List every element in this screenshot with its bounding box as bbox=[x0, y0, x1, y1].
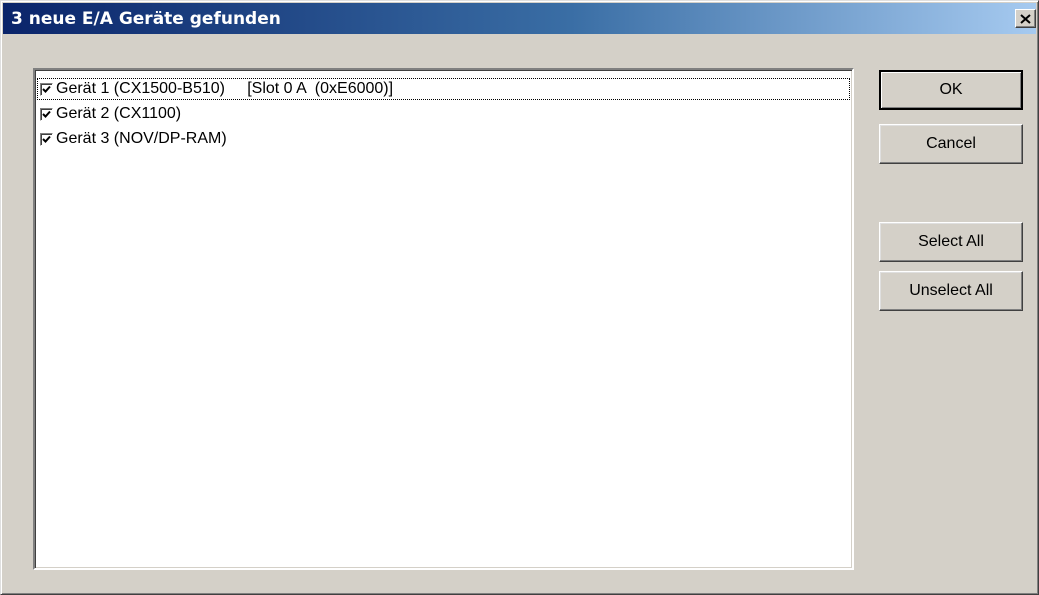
checkmark-icon bbox=[42, 110, 51, 119]
checkmark-icon bbox=[42, 85, 51, 94]
list-item-device-2[interactable]: Gerät 2 (CX1100) bbox=[37, 103, 850, 125]
cancel-button[interactable]: Cancel bbox=[879, 124, 1023, 164]
close-icon bbox=[1020, 13, 1031, 24]
window-title: 3 neue E/A Geräte gefunden bbox=[11, 9, 281, 29]
title-bar[interactable]: 3 neue E/A Geräte gefunden bbox=[3, 3, 1036, 34]
device-2-checkbox[interactable] bbox=[40, 107, 53, 121]
device-list[interactable]: Gerät 1 (CX1500-B510) [Slot 0 A (0xE6000… bbox=[33, 68, 854, 570]
unselect-all-button[interactable]: Unselect All bbox=[879, 271, 1023, 311]
dialog-window: 3 neue E/A Geräte gefunden Gerät 1 (CX15… bbox=[0, 0, 1039, 595]
close-button[interactable] bbox=[1015, 9, 1036, 28]
device-1-label: Gerät 1 (CX1500-B510) [Slot 0 A (0xE6000… bbox=[56, 80, 394, 97]
device-1-checkbox[interactable] bbox=[40, 82, 53, 96]
device-3-checkbox[interactable] bbox=[40, 132, 53, 146]
select-all-button[interactable]: Select All bbox=[879, 222, 1023, 262]
ok-button[interactable]: OK bbox=[879, 70, 1023, 110]
checkmark-icon bbox=[42, 135, 51, 144]
list-item-device-3[interactable]: Gerät 3 (NOV/DP-RAM) bbox=[37, 128, 850, 150]
list-item-device-1[interactable]: Gerät 1 (CX1500-B510) [Slot 0 A (0xE6000… bbox=[37, 78, 850, 100]
device-2-label: Gerät 2 (CX1100) bbox=[56, 105, 182, 122]
device-3-label: Gerät 3 (NOV/DP-RAM) bbox=[56, 130, 227, 147]
